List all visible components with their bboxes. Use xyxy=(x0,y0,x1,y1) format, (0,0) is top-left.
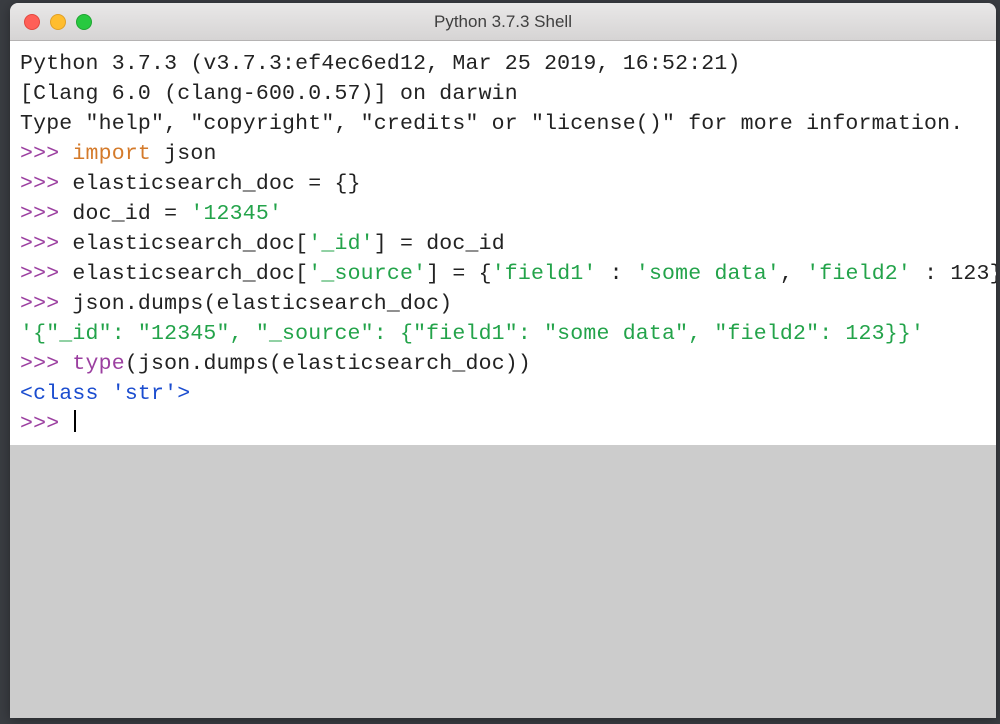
window-background xyxy=(10,445,996,718)
titlebar[interactable]: Python 3.7.3 Shell xyxy=(10,3,996,41)
banner-line2: [Clang 6.0 (clang-600.0.57)] on darwin xyxy=(20,82,518,106)
string-literal: 'field2' xyxy=(806,262,911,286)
code-text: elasticsearch_doc[ xyxy=(72,262,308,286)
prompt: >>> xyxy=(20,172,72,196)
code-text: ] = { xyxy=(426,262,492,286)
close-icon[interactable] xyxy=(24,14,40,30)
prompt: >>> xyxy=(20,412,72,436)
prompt: >>> xyxy=(20,292,72,316)
minimize-icon[interactable] xyxy=(50,14,66,30)
string-literal: '_id' xyxy=(308,232,374,256)
shell-output[interactable]: Python 3.7.3 (v3.7.3:ef4ec6ed12, Mar 25 … xyxy=(10,41,996,445)
banner-line1: Python 3.7.3 (v3.7.3:ef4ec6ed12, Mar 25 … xyxy=(20,52,754,76)
string-literal: '_source' xyxy=(308,262,426,286)
prompt: >>> xyxy=(20,142,72,166)
code-text: json.dumps(elasticsearch_doc) xyxy=(72,292,452,316)
string-literal: 'some data' xyxy=(636,262,780,286)
code-text: , xyxy=(780,262,806,286)
keyword-import: import xyxy=(72,142,151,166)
code-text: (json.dumps(elasticsearch_doc)) xyxy=(125,352,531,376)
cursor-icon xyxy=(74,410,76,432)
code-text: elasticsearch_doc[ xyxy=(72,232,308,256)
prompt: >>> xyxy=(20,352,72,376)
fullscreen-icon[interactable] xyxy=(76,14,92,30)
window-controls xyxy=(10,14,92,30)
code-text: : xyxy=(597,262,636,286)
builtin-type: type xyxy=(72,352,124,376)
window-title: Python 3.7.3 Shell xyxy=(10,12,996,32)
code-text: elasticsearch_doc = {} xyxy=(72,172,360,196)
code-text: ] = doc_id xyxy=(374,232,505,256)
code-text: : 123} xyxy=(911,262,996,286)
string-literal: 'field1' xyxy=(492,262,597,286)
output-class: <class 'str'> xyxy=(20,382,190,406)
string-literal: '12345' xyxy=(190,202,282,226)
prompt: >>> xyxy=(20,202,72,226)
code-text: json xyxy=(151,142,217,166)
window-frame: Python 3.7.3 Shell Python 3.7.3 (v3.7.3:… xyxy=(10,3,996,718)
prompt: >>> xyxy=(20,262,72,286)
prompt: >>> xyxy=(20,232,72,256)
output-string: '{"_id": "12345", "_source": {"field1": … xyxy=(20,322,924,346)
banner-line3: Type "help", "copyright", "credits" or "… xyxy=(20,112,963,136)
code-text: doc_id = xyxy=(72,202,190,226)
